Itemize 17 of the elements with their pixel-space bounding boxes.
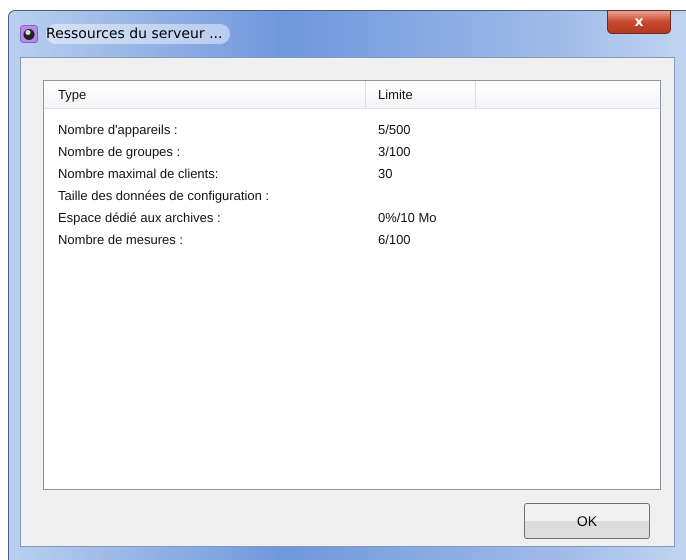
table-cell-text: Nombre maximal de clients: <box>57 166 220 180</box>
table-cell-text: Espace dédié aux archives : <box>57 210 222 224</box>
ok-button[interactable]: OK <box>524 503 650 539</box>
table-cell-text: Taille des données de configuration : <box>57 188 270 202</box>
column-header[interactable]: Limite <box>366 81 476 108</box>
close-button[interactable]: x <box>607 10 671 34</box>
column-header[interactable]: Type <box>44 81 366 108</box>
table-cell-text: Nombre de groupes : <box>57 144 182 158</box>
table-cell-text: 30 <box>377 166 392 180</box>
table-cell-text: 3/100 <box>377 144 411 158</box>
window-title: Ressources du serveur ... <box>46 24 230 44</box>
app-icon <box>20 25 38 43</box>
table-cell-text: 5/500 <box>377 122 411 136</box>
table-cell-text: Nombre d'appareils : <box>57 122 179 136</box>
table-cell-text: 6/100 <box>377 232 411 246</box>
table-cell-text: 0%/10 Mo <box>377 210 437 224</box>
table-cell-text: Nombre de mesures : <box>57 232 184 246</box>
